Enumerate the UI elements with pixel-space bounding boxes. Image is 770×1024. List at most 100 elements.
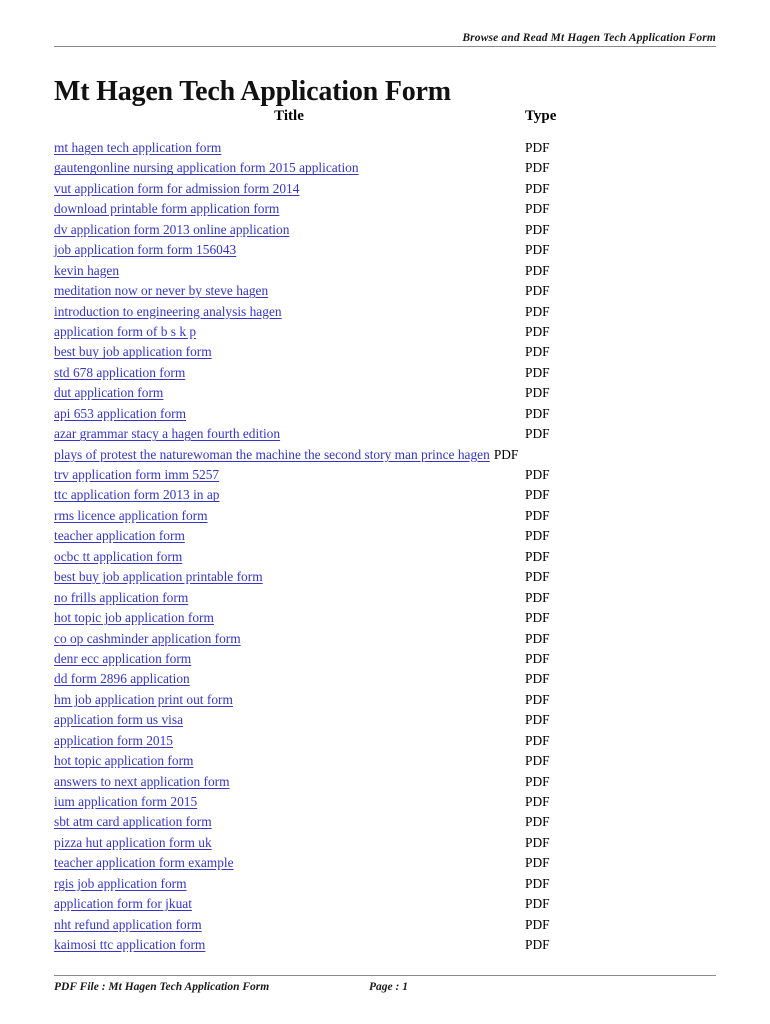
column-header-title: Title [274, 108, 304, 124]
document-type: PDF [493, 446, 519, 462]
table-row: trv application form imm 5257 PDF [54, 465, 716, 485]
table-row: dv application form 2013 online applicat… [54, 220, 716, 240]
document-link[interactable]: ium application form 2015 [54, 792, 197, 812]
results-table: Title Type mt hagen tech application for… [54, 108, 716, 956]
document-link[interactable]: dd form 2896 application [54, 669, 190, 689]
document-type: PDF [525, 569, 550, 585]
document-type: PDF [525, 140, 550, 155]
document-link[interactable]: meditation now or never by steve hagen [54, 281, 268, 301]
table-row: answers to next application form PDF [54, 772, 716, 792]
table-row: denr ecc application form PDF [54, 649, 716, 669]
document-link[interactable]: ttc application form 2013 in ap [54, 485, 219, 505]
table-row: azar grammar stacy a hagen fourth editio… [54, 424, 716, 444]
table-row: co op cashminder application form PDF [54, 629, 716, 649]
document-type: PDF [525, 242, 550, 258]
table-row: hot topic application form PDF [54, 751, 716, 771]
table-row: teacher application form example PDF [54, 853, 716, 873]
document-link[interactable]: sbt atm card application form [54, 812, 212, 832]
document-link[interactable]: pizza hut application form uk [54, 833, 212, 853]
document-type: PDF [525, 201, 550, 217]
table-row: application form 2015 PDF [54, 731, 716, 751]
document-type: PDF [525, 937, 550, 953]
document-link[interactable]: denr ecc application form [54, 649, 191, 669]
document-link[interactable]: introduction to engineering analysis hag… [54, 302, 282, 322]
table-row: mt hagen tech application form PDF [54, 138, 716, 158]
document-link[interactable]: application form us visa [54, 710, 183, 730]
document-link[interactable]: std 678 application form [54, 363, 185, 383]
footer-divider [54, 975, 716, 976]
document-link[interactable]: dut application form [54, 383, 163, 403]
document-link[interactable]: download printable form application form [54, 199, 279, 219]
document-link[interactable]: application form of b s k p [54, 322, 196, 342]
table-row: pizza hut application form uk PDF [54, 833, 716, 853]
page-footer: PDF File : Mt Hagen Tech Application For… [54, 981, 716, 999]
document-link[interactable]: trv application form imm 5257 [54, 465, 219, 485]
document-link[interactable]: best buy job application form [54, 342, 212, 362]
document-type: PDF [525, 916, 550, 932]
table-row: api 653 application form PDF [54, 404, 716, 424]
document-link[interactable]: gautengonline nursing application form 2… [54, 158, 359, 178]
document-type: PDF [525, 507, 550, 523]
table-row: job application form form 156043 PDF [54, 240, 716, 260]
document-link[interactable]: best buy job application printable form [54, 567, 263, 587]
table-row: ttc application form 2013 in ap PDF [54, 485, 716, 505]
document-link[interactable]: rms licence application form [54, 506, 208, 526]
document-link[interactable]: application form 2015 [54, 731, 173, 751]
table-row: introduction to engineering analysis hag… [54, 302, 716, 322]
document-link[interactable]: teacher application form example [54, 853, 234, 873]
table-row: meditation now or never by steve hagen PD… [54, 281, 716, 301]
document-link[interactable]: hm job application print out form [54, 690, 233, 710]
document-type: PDF [525, 896, 550, 912]
document-link[interactable]: kevin hagen [54, 261, 119, 281]
document-type: PDF [525, 834, 550, 850]
document-link[interactable]: rgis job application form [54, 874, 187, 894]
table-row: dut application form PDF [54, 383, 716, 403]
table-row: hm job application print out form PDF [54, 690, 716, 710]
document-link[interactable]: dv application form 2013 online applicat… [54, 220, 289, 240]
document-page: Browse and Read Mt Hagen Tech Applicatio… [0, 0, 770, 1024]
document-type: PDF [525, 487, 550, 503]
document-link[interactable]: answers to next application form [54, 772, 230, 792]
document-type: PDF [525, 732, 550, 748]
document-link[interactable]: hot topic application form [54, 751, 193, 771]
document-link[interactable]: job application form form 156043 [54, 240, 236, 260]
document-link[interactable]: vut application form for admission form … [54, 179, 299, 199]
document-type: PDF [525, 283, 550, 299]
document-type: PDF [525, 691, 550, 707]
document-link[interactable]: azar grammar stacy a hagen fourth editio… [54, 424, 280, 444]
table-row: application form for jkuat PDF [54, 894, 716, 914]
document-type: PDF [525, 221, 550, 237]
table-row: application form us visa PDF [54, 710, 716, 730]
document-type: PDF [525, 589, 550, 605]
table-row: kaimosi ttc application form PDF [54, 935, 716, 955]
document-link[interactable]: nht refund application form [54, 915, 202, 935]
table-row: hot topic job application form PDF [54, 608, 716, 628]
document-link[interactable]: application form for jkuat [54, 894, 192, 914]
document-type: PDF [525, 814, 550, 830]
document-link[interactable]: kaimosi ttc application form [54, 935, 205, 955]
document-type: PDF [525, 794, 550, 809]
table-body: mt hagen tech application form PDF gauteng… [54, 138, 716, 956]
table-row: rgis job application form PDF [54, 874, 716, 894]
document-link[interactable]: plays of protest the naturewoman the mac… [54, 445, 490, 465]
table-row: teacher application form PDF [54, 526, 716, 546]
table-row: sbt atm card application form PDF [54, 812, 716, 832]
document-type: PDF [525, 405, 550, 421]
document-link[interactable]: teacher application form [54, 526, 185, 546]
table-row: std 678 application form PDF [54, 363, 716, 383]
table-row: ocbc tt application form PDF [54, 547, 716, 567]
document-link[interactable]: co op cashminder application form [54, 629, 241, 649]
document-type: PDF [525, 528, 550, 544]
document-link[interactable]: hot topic job application form [54, 608, 214, 628]
document-link[interactable]: mt hagen tech application form [54, 138, 221, 158]
document-type: PDF [525, 262, 550, 278]
table-row: dd form 2896 application PDF [54, 669, 716, 689]
table-row: no frills application form PDF [54, 588, 716, 608]
document-type: PDF [525, 364, 550, 380]
table-row: application form of b s k p PDF [54, 322, 716, 342]
running-header-text: Browse and Read Mt Hagen Tech Applicatio… [462, 32, 716, 44]
document-link[interactable]: no frills application form [54, 588, 188, 608]
document-link[interactable]: api 653 application form [54, 404, 186, 424]
document-type: PDF [525, 610, 550, 626]
document-link[interactable]: ocbc tt application form [54, 547, 182, 567]
